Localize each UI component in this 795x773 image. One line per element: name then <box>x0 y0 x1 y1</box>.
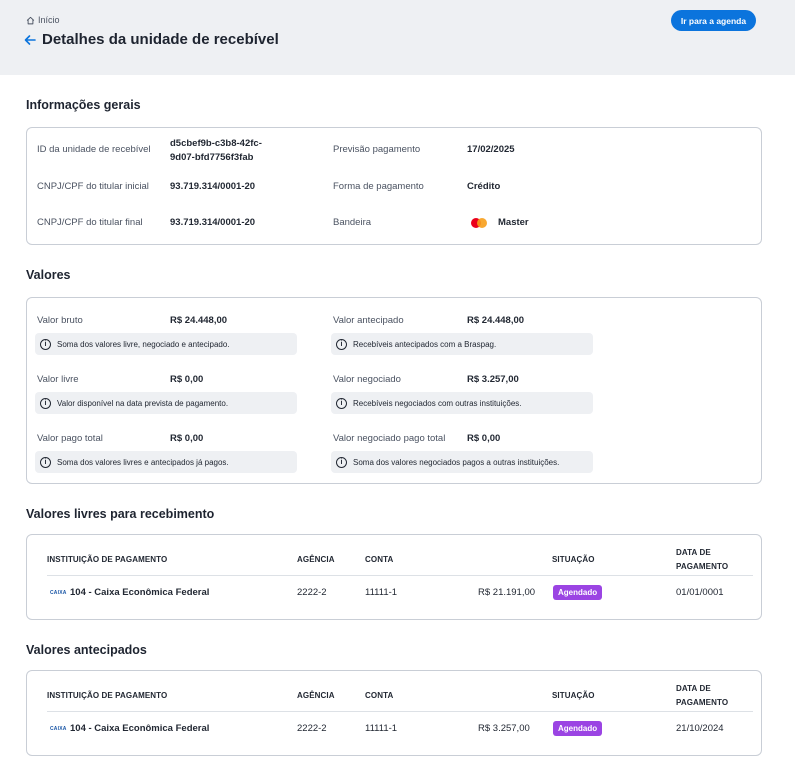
col-account: CONTA <box>365 691 394 700</box>
breadcrumb[interactable]: Início <box>26 15 60 25</box>
free-receipts-table: INSTITUIÇÃO DE PAGAMENTO AGÊNCIA CONTA S… <box>26 534 762 620</box>
col-payment-date: DATA DE PAGAMENTO <box>676 682 728 710</box>
receivable-id-line2: 9d07-bfd7756f3fab <box>170 152 254 163</box>
payment-date-cell: 21/10/2024 <box>676 723 724 734</box>
gross-value: R$ 24.448,00 <box>170 315 228 326</box>
values-card: Valor bruto R$ 24.448,00 i Soma dos valo… <box>26 297 762 484</box>
general-info-card: ID da unidade de recebível d5cbef9b-c3b8… <box>26 127 762 245</box>
gross-value-label: Valor bruto <box>37 315 83 326</box>
anticipated-value-info-text: Recebíveis antecipados com a Braspag. <box>353 339 497 349</box>
amount-cell: R$ 21.191,00 <box>478 587 536 598</box>
anticipated-value-info: i Recebíveis antecipados com a Braspag. <box>331 333 593 355</box>
home-icon <box>26 16 35 24</box>
negotiated-value-label: Valor negociado <box>333 374 401 385</box>
gross-value-info: i Soma dos valores livre, negociado e an… <box>35 333 297 355</box>
caixa-logo: CAIXA <box>50 590 67 596</box>
col-payment-date: DATA DE PAGAMENTO <box>676 546 728 574</box>
info-icon: i <box>40 397 51 409</box>
back-arrow-icon[interactable] <box>23 33 37 47</box>
negotiated-paid-value: R$ 0,00 <box>467 433 501 444</box>
gross-value-info-text: Soma dos valores livre, negociado e ante… <box>57 339 230 349</box>
col-institution: INSTITUIÇÃO DE PAGAMENTO <box>47 555 168 564</box>
mastercard-icon <box>471 218 487 228</box>
negotiated-value-info-text: Recebíveis negociados com outras institu… <box>353 398 522 408</box>
general-info-title: Informações gerais <box>26 98 141 112</box>
institution-cell: 104 - Caixa Econômica Federal <box>70 723 210 734</box>
anticipated-receipts-title: Valores antecipados <box>26 643 147 657</box>
paid-total-value: R$ 0,00 <box>170 433 204 444</box>
table-divider <box>47 575 753 576</box>
final-holder-value: 93.719.314/0001-20 <box>170 217 256 228</box>
status-badge: Agendado <box>553 585 603 600</box>
receivable-id-value: d5cbef9b-c3b8-42fc- 9d07-bfd7756f3fab <box>170 137 262 165</box>
col-payment-date-line2: PAGAMENTO <box>676 562 729 571</box>
final-holder-label: CNPJ/CPF do titular final <box>37 217 143 228</box>
col-agency: AGÊNCIA <box>297 555 335 564</box>
table-divider <box>47 711 753 712</box>
values-title: Valores <box>26 268 71 282</box>
col-payment-date-line1: DATA DE <box>676 684 711 693</box>
anticipated-value: R$ 24.448,00 <box>467 315 525 326</box>
free-value-label: Valor livre <box>37 374 79 385</box>
anticipated-receipts-table: INSTITUIÇÃO DE PAGAMENTO AGÊNCIA CONTA S… <box>26 670 762 756</box>
receivable-id-label: ID da unidade de recebível <box>37 144 151 155</box>
institution-cell: 104 - Caixa Econômica Federal <box>70 587 210 598</box>
info-icon: i <box>40 456 51 468</box>
col-payment-date-line1: DATA DE <box>676 548 711 557</box>
info-icon: i <box>336 397 347 409</box>
initial-holder-value: 93.719.314/0001-20 <box>170 181 256 192</box>
negotiated-paid-info-text: Soma dos valores negociados pagos a outr… <box>353 457 560 467</box>
info-icon: i <box>336 456 347 468</box>
payment-form-label: Forma de pagamento <box>333 181 424 192</box>
payment-form-value: Crédito <box>467 181 501 192</box>
free-value-info: i Valor disponível na data prevista de p… <box>35 392 297 414</box>
free-receipts-title: Valores livres para recebimento <box>26 507 215 521</box>
anticipated-value-label: Valor antecipado <box>333 315 404 326</box>
col-institution: INSTITUIÇÃO DE PAGAMENTO <box>47 691 168 700</box>
payment-date-cell: 01/01/0001 <box>676 587 724 598</box>
negotiated-paid-label: Valor negociado pago total <box>333 433 446 444</box>
agency-cell: 2222-2 <box>297 723 327 734</box>
col-account: CONTA <box>365 555 394 564</box>
agency-cell: 2222-2 <box>297 587 327 598</box>
col-payment-date-line2: PAGAMENTO <box>676 698 729 707</box>
card-brand-label: Bandeira <box>333 217 372 228</box>
negotiated-value-info: i Recebíveis negociados com outras insti… <box>331 392 593 414</box>
payment-forecast-label: Previsão pagamento <box>333 144 421 155</box>
page-header: Início Detalhes da unidade de recebível … <box>0 0 795 75</box>
col-status: SITUAÇÃO <box>552 691 595 700</box>
status-badge: Agendado <box>553 721 603 736</box>
info-icon: i <box>40 338 51 350</box>
paid-total-info: i Soma dos valores livres e antecipados … <box>35 451 297 473</box>
payment-forecast-value: 17/02/2025 <box>467 144 515 155</box>
account-cell: 11111-1 <box>365 723 398 734</box>
col-status: SITUAÇÃO <box>552 555 595 564</box>
initial-holder-label: CNPJ/CPF do titular inicial <box>37 181 149 192</box>
caixa-logo: CAIXA <box>50 726 67 732</box>
info-icon: i <box>336 338 347 350</box>
free-value: R$ 0,00 <box>170 374 204 385</box>
free-value-info-text: Valor disponível na data prevista de pag… <box>57 398 229 408</box>
go-to-agenda-button[interactable]: Ir para a agenda <box>671 10 756 31</box>
account-cell: 11111-1 <box>365 587 398 598</box>
paid-total-label: Valor pago total <box>37 433 103 444</box>
col-agency: AGÊNCIA <box>297 691 335 700</box>
amount-cell: R$ 3.257,00 <box>478 723 530 734</box>
receivable-id-line1: d5cbef9b-c3b8-42fc- <box>170 138 262 149</box>
negotiated-paid-info: i Soma dos valores negociados pagos a ou… <box>331 451 593 473</box>
paid-total-info-text: Soma dos valores livres e antecipados já… <box>57 457 229 467</box>
page-title: Detalhes da unidade de recebível <box>42 31 279 48</box>
negotiated-value: R$ 3.257,00 <box>467 374 519 385</box>
card-brand-value: Master <box>498 217 529 228</box>
breadcrumb-home-label[interactable]: Início <box>38 15 60 25</box>
